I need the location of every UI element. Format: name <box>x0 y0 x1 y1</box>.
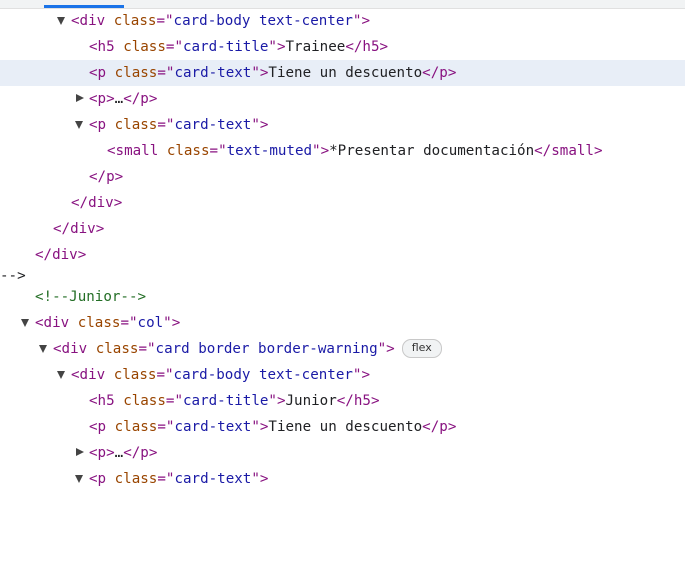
dom-node-close-p[interactable]: </p> <box>0 164 685 190</box>
dom-node-p-card-text[interactable]: <p class="card-text"> <box>0 112 685 138</box>
dom-node-div-card-body[interactable]: <div class="card-body text-center"> <box>0 8 685 34</box>
elements-dom-tree[interactable]: <div class="card-body text-center"> <h5 … <box>0 8 685 492</box>
collapse-triangle-icon[interactable] <box>21 319 29 327</box>
expand-triangle-icon[interactable] <box>76 448 84 456</box>
expand-triangle-icon[interactable] <box>76 94 84 102</box>
collapse-triangle-icon[interactable] <box>39 345 47 353</box>
dom-node-small-text-muted[interactable]: <small class="text-muted">*Presentar doc… <box>0 138 685 164</box>
collapse-triangle-icon[interactable] <box>57 17 65 25</box>
dom-node-h5-trainee[interactable]: <h5 class="card-title">Trainee</h5> <box>0 34 685 60</box>
dom-node-close-div[interactable]: </div> <box>0 190 685 216</box>
dom-node-div-col[interactable]: <div class="col"> <box>0 310 685 336</box>
collapse-triangle-icon[interactable] <box>75 475 83 483</box>
dom-node-p-descuento-selected[interactable]: <p class="card-text">Tiene un descuento<… <box>0 60 685 86</box>
dom-node-close-div[interactable]: </div> <box>0 216 685 242</box>
dom-node-p-collapsed[interactable]: <p>…</p> <box>0 86 685 112</box>
collapse-triangle-icon[interactable] <box>57 371 65 379</box>
collapse-triangle-icon[interactable] <box>75 121 83 129</box>
dom-node-p-card-text[interactable]: <p class="card-text"> <box>0 466 685 492</box>
dom-node-div-card-body[interactable]: <div class="card-body text-center"> <box>0 362 685 388</box>
dom-node-p-collapsed[interactable]: <p>…</p> <box>0 440 685 466</box>
dom-node-close-div[interactable]: </div> <box>0 242 685 268</box>
dom-node-comment-junior[interactable]: <!--Junior--> <box>0 284 685 310</box>
dom-node-div-card-border[interactable]: <div class="card border border-warning">… <box>0 336 685 362</box>
flex-badge[interactable]: flex <box>401 339 442 358</box>
dom-node-h5-junior[interactable]: <h5 class="card-title">Junior</h5> <box>0 388 685 414</box>
dom-node-p-descuento[interactable]: <p class="card-text">Tiene un descuento<… <box>0 414 685 440</box>
